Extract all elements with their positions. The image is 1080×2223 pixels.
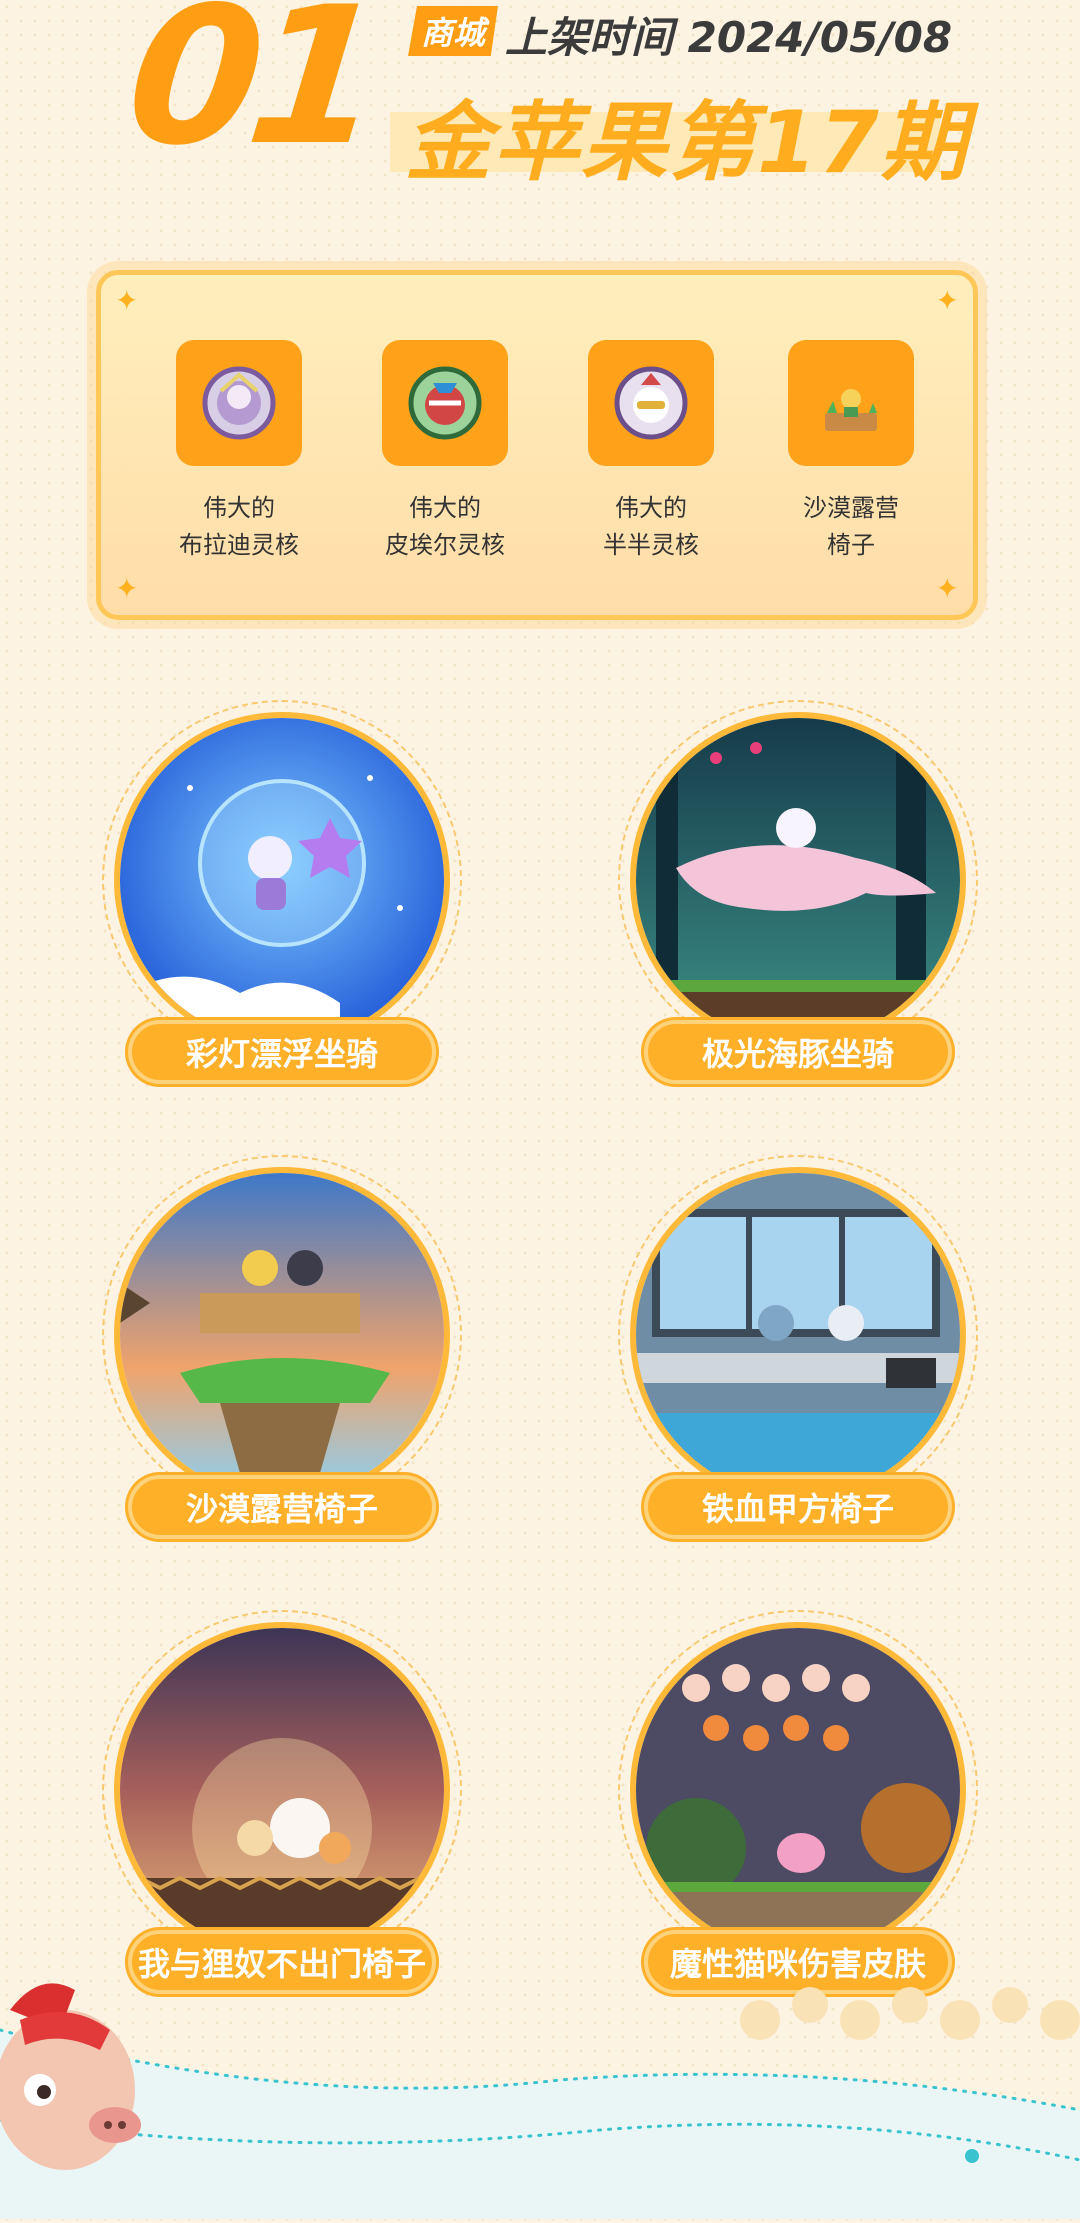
product-label: 铁血甲方椅子 <box>644 1475 952 1539</box>
sparkle-icon: ✦ <box>935 572 959 605</box>
product-label: 沙漠露营椅子 <box>128 1475 436 1539</box>
sparkle-icon: ✦ <box>115 284 139 317</box>
sparkle-icon: ✦ <box>935 284 959 317</box>
sparkle-icon: ✦ <box>115 572 139 605</box>
page-title: 金苹果第17期 <box>405 93 969 193</box>
desert-camp-chair-icon <box>788 340 914 466</box>
product-preview <box>114 1167 450 1503</box>
product-card[interactable]: 极光海豚坐骑 <box>618 700 978 1120</box>
featured-item[interactable]: 伟大的 皮埃尔灵核 <box>355 340 535 564</box>
featured-item-line1: 伟大的 <box>203 494 275 522</box>
spirit-core-banban-icon <box>588 340 714 466</box>
shop-tag: 商城 <box>408 6 498 56</box>
pig-mascot-icon <box>0 1983 141 2170</box>
featured-items-panel: ✦ ✦ ✦ ✦ 伟大的 布拉迪灵核 伟大的 皮埃尔灵核 伟大的 半半灵核 沙漠露… <box>96 270 978 620</box>
product-card[interactable]: 彩灯漂浮坐骑 <box>102 700 462 1120</box>
featured-item-line2: 半半灵核 <box>603 531 699 559</box>
featured-item-line2: 椅子 <box>827 531 875 559</box>
featured-item-line2: 布拉迪灵核 <box>179 531 299 559</box>
product-preview <box>114 712 450 1048</box>
product-preview <box>630 712 966 1048</box>
featured-item[interactable]: 伟大的 布拉迪灵核 <box>149 340 329 564</box>
product-label: 彩灯漂浮坐骑 <box>128 1020 436 1084</box>
featured-item-line1: 沙漠露营 <box>803 494 899 522</box>
featured-item[interactable]: 沙漠露营 椅子 <box>761 340 941 564</box>
product-card[interactable]: 铁血甲方椅子 <box>618 1155 978 1575</box>
product-preview <box>114 1622 450 1958</box>
release-date: 上架时间 2024/05/08 <box>505 13 953 62</box>
footer-decoration <box>0 1960 1080 2219</box>
spirit-core-pierre-icon <box>382 340 508 466</box>
spirit-core-bradi-icon <box>176 340 302 466</box>
featured-item[interactable]: 伟大的 半半灵核 <box>561 340 741 564</box>
product-preview <box>630 1167 966 1503</box>
product-label: 极光海豚坐骑 <box>644 1020 952 1084</box>
product-card[interactable]: 沙漠露营椅子 <box>102 1155 462 1575</box>
page-header: 01 商城 上架时间 2024/05/08 金苹果第17期 <box>0 0 1080 200</box>
featured-item-line2: 皮埃尔灵核 <box>385 531 505 559</box>
product-preview <box>630 1622 966 1958</box>
issue-number: 01 <box>118 0 383 187</box>
featured-item-line1: 伟大的 <box>409 494 481 522</box>
featured-item-line1: 伟大的 <box>615 494 687 522</box>
